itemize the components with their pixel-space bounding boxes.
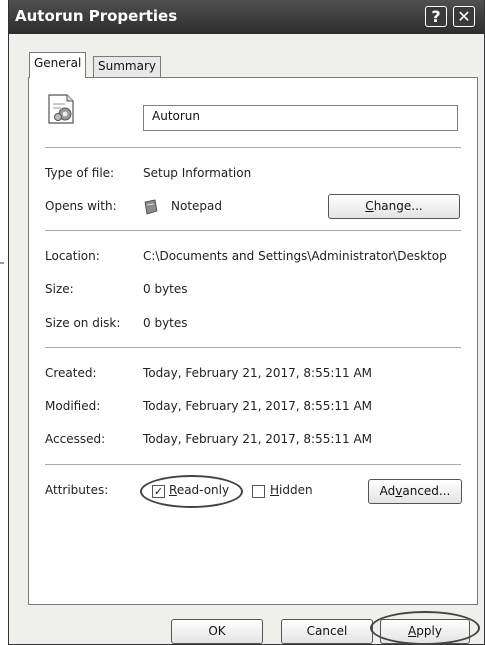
tab-general[interactable]: General xyxy=(29,52,87,78)
type-of-file-value: Setup Information xyxy=(143,166,252,180)
modified-value: Today, February 21, 2017, 8:55:11 AM xyxy=(143,399,373,413)
modified-label: Modified: xyxy=(45,399,101,413)
separator xyxy=(45,147,461,149)
properties-dialog: Autorun Properties ? ✕ General Summary A… xyxy=(8,0,485,645)
separator xyxy=(45,347,461,349)
tab-summary[interactable]: Summary xyxy=(93,56,161,77)
change-button[interactable]: Change... xyxy=(328,194,460,219)
hidden-label[interactable]: Hidden xyxy=(270,483,313,497)
accessed-label: Accessed: xyxy=(45,432,106,446)
notepad-icon xyxy=(144,199,158,215)
file-name-field[interactable]: Autorun xyxy=(143,105,458,131)
close-button[interactable]: ✕ xyxy=(453,6,475,27)
attributes-label: Attributes: xyxy=(45,483,109,497)
cancel-button[interactable]: Cancel xyxy=(281,619,373,644)
size-on-disk-value: 0 bytes xyxy=(143,316,188,330)
location-value: C:\Documents and Settings\Administrator\… xyxy=(143,249,447,263)
general-tab-panel: Autorun Type of file: Setup Information … xyxy=(28,77,478,605)
window-title: Autorun Properties xyxy=(15,7,178,25)
readonly-label[interactable]: Read-only xyxy=(169,483,229,497)
apply-button[interactable]: Apply xyxy=(380,619,470,644)
opens-with-label: Opens with: xyxy=(45,199,117,213)
title-bar[interactable]: Autorun Properties ? ✕ xyxy=(9,0,484,34)
created-label: Created: xyxy=(45,366,97,380)
ok-button[interactable]: OK xyxy=(171,619,263,644)
readonly-checkbox[interactable]: ✓ xyxy=(152,485,165,498)
created-value: Today, February 21, 2017, 8:55:11 AM xyxy=(143,366,373,380)
size-value: 0 bytes xyxy=(143,282,188,296)
size-on-disk-label: Size on disk: xyxy=(45,316,121,330)
help-button[interactable]: ? xyxy=(425,6,447,27)
type-of-file-label: Type of file: xyxy=(45,166,115,180)
accessed-value: Today, February 21, 2017, 8:55:11 AM xyxy=(143,432,373,446)
advanced-button[interactable]: Advanced... xyxy=(368,479,462,504)
setup-info-file-icon xyxy=(48,94,74,124)
page-edge-mark xyxy=(0,262,4,264)
separator xyxy=(45,464,461,466)
location-label: Location: xyxy=(45,249,100,263)
hidden-checkbox[interactable] xyxy=(252,485,265,498)
separator xyxy=(45,230,461,232)
opens-with-value: Notepad xyxy=(171,199,222,213)
size-label: Size: xyxy=(45,282,74,296)
